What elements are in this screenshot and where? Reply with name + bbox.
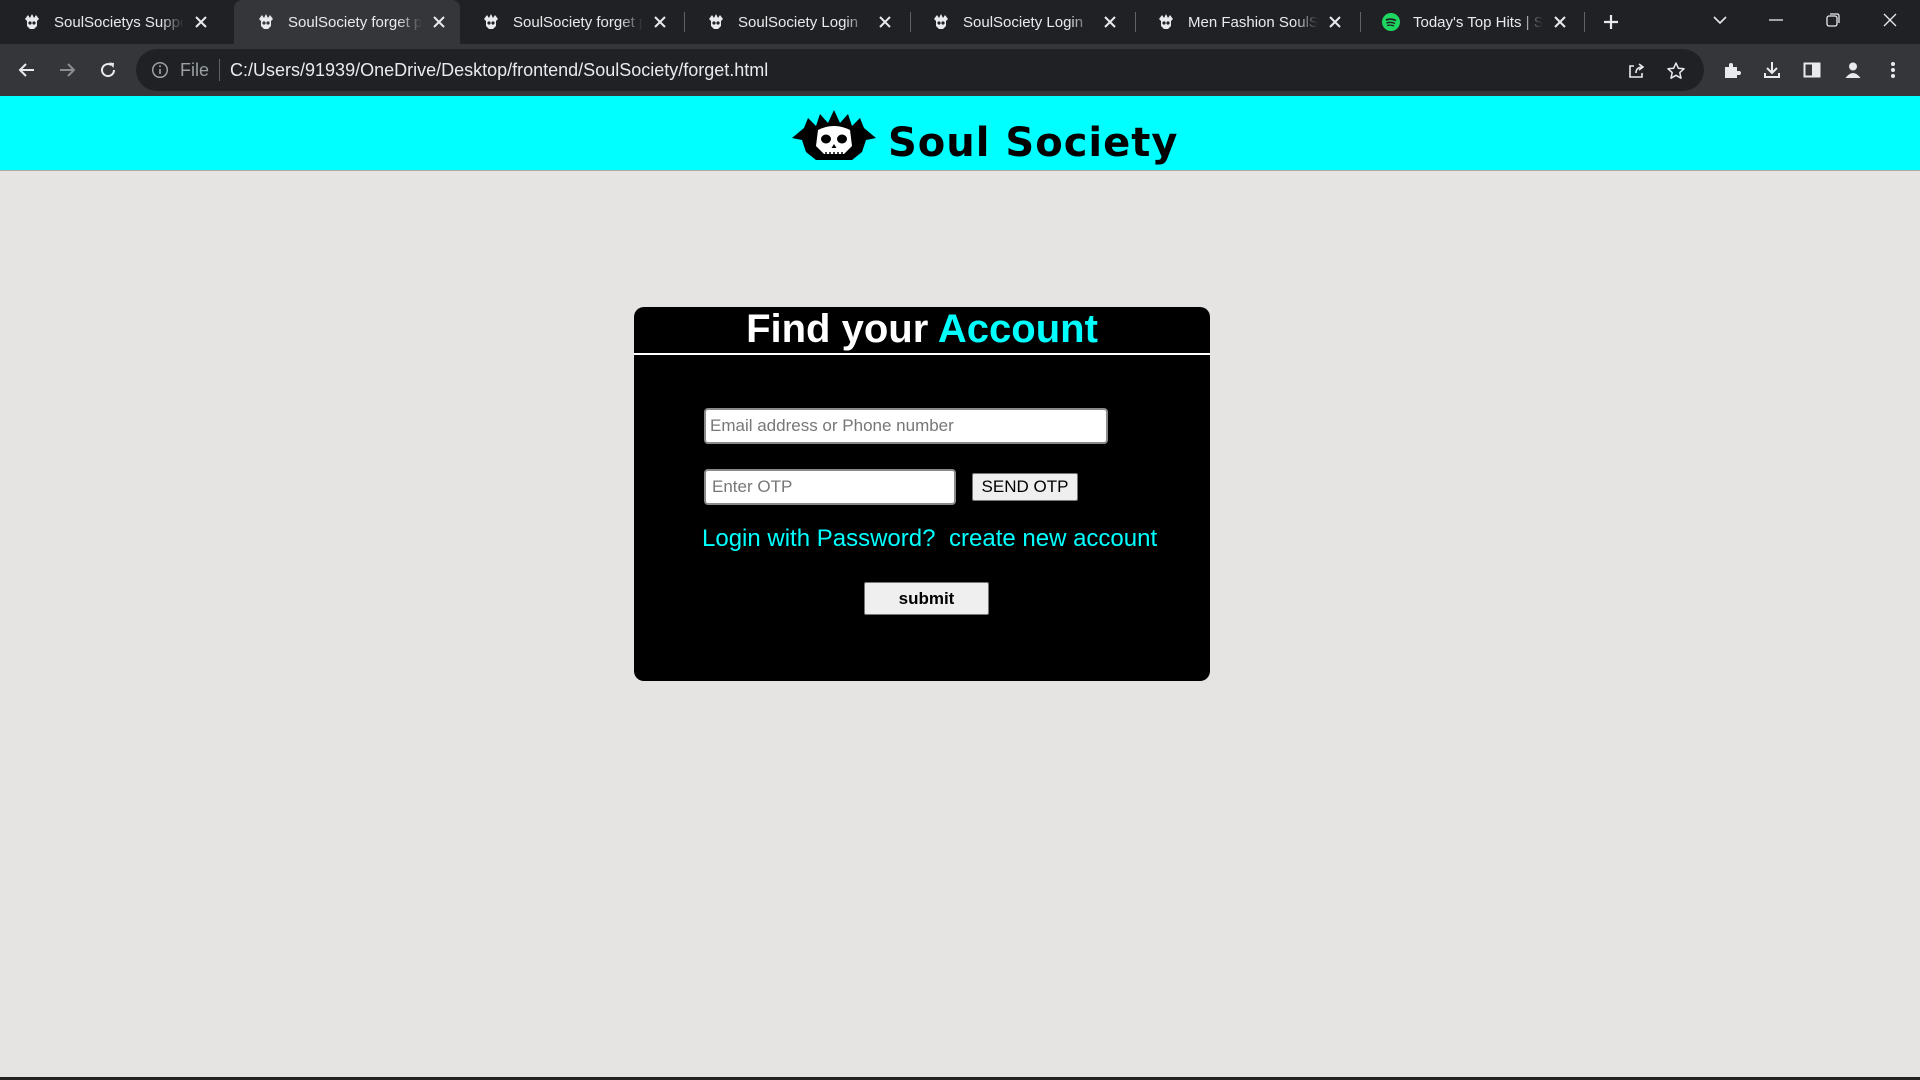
submit-button[interactable]: submit bbox=[864, 582, 989, 615]
soulsociety-favicon-icon bbox=[706, 12, 726, 32]
side-panel-icon[interactable] bbox=[1797, 55, 1827, 85]
soulsociety-favicon-icon bbox=[1156, 12, 1176, 32]
tab-search-chevron-down-icon[interactable] bbox=[1692, 0, 1748, 40]
url-scheme-label: File bbox=[180, 59, 210, 80]
tab-title: Today's Top Hits | Spotify bbox=[1413, 13, 1543, 31]
close-tab-icon[interactable] bbox=[651, 13, 669, 31]
close-tab-icon[interactable] bbox=[192, 13, 210, 31]
login-with-password-link[interactable]: Login with Password? bbox=[702, 525, 935, 553]
tab-soulsociety-login[interactable]: SoulSociety Login bbox=[909, 4, 1131, 40]
close-tab-icon[interactable] bbox=[430, 13, 448, 31]
tab-title: SoulSociety Login bbox=[738, 13, 859, 31]
soulsociety-favicon-icon bbox=[931, 12, 951, 32]
close-tab-icon[interactable] bbox=[1326, 13, 1344, 31]
extensions-puzzle-icon[interactable] bbox=[1717, 55, 1747, 85]
reload-icon[interactable] bbox=[92, 54, 124, 86]
profile-avatar-icon[interactable] bbox=[1838, 55, 1868, 85]
close-tab-icon[interactable] bbox=[876, 13, 894, 31]
download-icon[interactable] bbox=[1757, 55, 1787, 85]
site-info-icon[interactable] bbox=[150, 60, 170, 80]
create-new-account-link[interactable]: create new account bbox=[949, 525, 1157, 553]
close-tab-icon[interactable] bbox=[1551, 13, 1569, 31]
heading-divider bbox=[634, 353, 1210, 355]
new-tab-plus-icon[interactable] bbox=[1597, 8, 1625, 36]
site-header: Soul Society bbox=[0, 96, 1920, 171]
site-brand-name: Soul Society bbox=[888, 120, 1179, 166]
otp-input[interactable] bbox=[704, 469, 956, 505]
tab-title: SoulSociety forget password bbox=[288, 13, 422, 31]
tab-soulsociety-login[interactable]: SoulSociety Login bbox=[684, 4, 906, 40]
email-or-phone-input[interactable] bbox=[704, 408, 1108, 444]
browser-tab-strip: SoulSocietys Support SoulSociety forget … bbox=[0, 0, 1920, 44]
heading-accent-text: Account bbox=[937, 307, 1098, 351]
skull-logo-icon bbox=[792, 110, 876, 160]
soulsociety-favicon-icon bbox=[481, 12, 501, 32]
share-icon[interactable] bbox=[1623, 58, 1649, 84]
site-logo[interactable]: Soul Society bbox=[790, 106, 1178, 166]
minimize-window-icon[interactable] bbox=[1748, 0, 1804, 40]
page-content: Soul Society Find your Account SEND OTP … bbox=[0, 96, 1920, 1080]
restore-window-icon[interactable] bbox=[1805, 0, 1861, 40]
tab-men-fashion-soulsociety[interactable]: Men Fashion SoulSociety bbox=[1134, 4, 1356, 40]
tab-title: SoulSocietys Support bbox=[54, 13, 184, 31]
address-bar[interactable]: File C:/Users/91939/OneDrive/Desktop/fro… bbox=[136, 49, 1704, 91]
close-window-icon[interactable] bbox=[1862, 0, 1918, 40]
tab-title: SoulSociety Login bbox=[963, 13, 1084, 31]
tab-soulsociety-forget-password-active[interactable]: SoulSociety forget password bbox=[234, 0, 460, 44]
browser-toolbar: File C:/Users/91939/OneDrive/Desktop/fro… bbox=[0, 44, 1920, 96]
tab-soulsociety-forget-password[interactable]: SoulSociety forget password bbox=[459, 4, 681, 40]
address-divider bbox=[219, 59, 221, 81]
forward-arrow-icon[interactable] bbox=[51, 54, 83, 86]
spotify-favicon-icon bbox=[1381, 12, 1401, 32]
tab-title: SoulSociety forget password bbox=[513, 13, 643, 31]
heading-text: Find your bbox=[746, 307, 929, 351]
bookmark-star-icon[interactable] bbox=[1663, 58, 1689, 84]
soulsociety-favicon-icon bbox=[22, 12, 42, 32]
send-otp-button[interactable]: SEND OTP bbox=[972, 473, 1078, 501]
tab-separator bbox=[1584, 12, 1585, 32]
url-text[interactable]: C:/Users/91939/OneDrive/Desktop/frontend… bbox=[230, 60, 768, 81]
find-account-card: Find your Account SEND OTP Login with Pa… bbox=[634, 307, 1210, 681]
close-tab-icon[interactable] bbox=[1101, 13, 1119, 31]
tab-soulsocietys-support[interactable]: SoulSocietys Support bbox=[0, 4, 222, 40]
card-heading: Find your Account bbox=[634, 307, 1210, 352]
more-menu-kebab-icon[interactable] bbox=[1878, 55, 1908, 85]
tab-title: Men Fashion SoulSociety bbox=[1188, 13, 1318, 31]
back-arrow-icon[interactable] bbox=[11, 54, 43, 86]
tab-spotify-todays-top-hits[interactable]: Today's Top Hits | Spotify bbox=[1359, 4, 1581, 40]
soulsociety-favicon-icon bbox=[256, 12, 276, 32]
